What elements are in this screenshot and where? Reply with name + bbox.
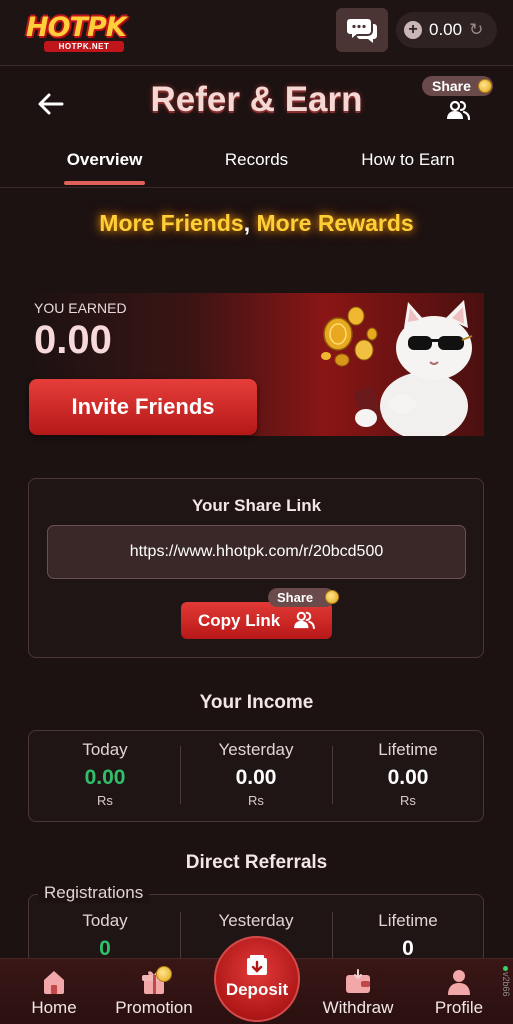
share-link-title: Your Share Link (191, 496, 322, 515)
tab-overview[interactable]: Overview (64, 150, 145, 170)
tab-bar: Overview Records How to Earn (0, 140, 513, 188)
stat-unit: Rs (97, 793, 113, 808)
active-tab-indicator (64, 181, 145, 185)
headline-part-1: More Friends (99, 210, 244, 236)
status-dot (503, 966, 508, 971)
page-title: Refer & Earn (150, 80, 363, 119)
chat-icon (347, 19, 377, 43)
stat-label: Lifetime (378, 911, 438, 930)
income-today: Today 0.00 Rs (30, 740, 180, 808)
stat-value: 0.00 (235, 766, 277, 789)
user-icon (448, 970, 470, 995)
logo-subtext: HOTPK.NET (44, 41, 124, 52)
cat-mascot-illustration (321, 300, 473, 436)
nav-promotion[interactable]: Promotion (109, 968, 199, 1018)
nav-profile-label: Profile (434, 998, 484, 1017)
tab-how-to-earn[interactable]: How to Earn (348, 150, 468, 170)
balance-pill: + 0.00 ↻ (396, 12, 497, 48)
income-lifetime: Lifetime 0.00 Rs (333, 740, 483, 808)
stat-unit: Rs (400, 793, 416, 808)
stat-label: Yesterday (218, 740, 294, 759)
share-badge[interactable]: Share (268, 588, 340, 608)
coin-icon (156, 966, 172, 982)
back-button[interactable] (36, 89, 66, 119)
referrals-today: Today 0 (30, 911, 180, 961)
logo-text: HOTPK (26, 12, 127, 43)
chat-button[interactable] (336, 8, 388, 52)
stat-label: Yesterday (218, 911, 294, 930)
refresh-icon[interactable]: ↻ (469, 20, 483, 40)
nav-deposit-label: Deposit (225, 980, 289, 999)
stat-label: Lifetime (378, 740, 438, 759)
invite-friends-button[interactable]: Invite Friends (29, 379, 257, 435)
stat-unit: Rs (248, 793, 264, 808)
share-link-field[interactable]: https://www.hhotpk.com/r/20bcd500 (47, 525, 466, 579)
headline-separator: , (243, 210, 251, 236)
people-icon (294, 611, 315, 629)
referrals-title: Direct Referrals (185, 852, 328, 873)
nav-deposit-button[interactable]: Deposit (214, 936, 300, 1022)
nav-home-label: Home (31, 998, 77, 1017)
share-button[interactable]: Share (422, 76, 494, 126)
nav-home[interactable]: Home (9, 968, 99, 1018)
back-arrow-icon (38, 93, 64, 115)
promo-headline: More Friends, More Rewards (0, 210, 513, 237)
version-label: v2b66 (501, 972, 511, 997)
stat-value: 0.00 (387, 766, 429, 789)
earned-label: YOU EARNED (34, 300, 127, 316)
registrations-label: Registrations (38, 883, 150, 903)
headline-part-2: More Rewards (256, 210, 414, 236)
referrals-yesterday: Yesterday (181, 911, 331, 937)
nav-profile[interactable]: Profile (414, 968, 504, 1018)
stat-label: Today (82, 740, 128, 759)
nav-promotion-label: Promotion (115, 998, 193, 1017)
coin-icon (478, 79, 492, 93)
earned-value: 0.00 (34, 318, 112, 362)
stat-value: 0.00 (84, 766, 126, 789)
nav-withdraw[interactable]: Withdraw (313, 968, 403, 1018)
home-icon (44, 971, 64, 994)
coins-icon (321, 306, 378, 367)
income-yesterday: Yesterday 0.00 Rs (181, 740, 331, 808)
deposit-icon (247, 955, 267, 975)
tab-records[interactable]: Records (206, 150, 307, 170)
copy-link-label: Copy Link (198, 610, 281, 630)
people-icon (447, 100, 470, 120)
balance-amount: 0.00 (429, 20, 463, 39)
logo[interactable]: HOTPK HOTPK.NET (26, 12, 128, 54)
stat-label: Today (82, 911, 128, 930)
income-title: Your Income (199, 692, 314, 713)
wallet-icon (346, 969, 370, 993)
coin-icon (325, 590, 339, 604)
nav-withdraw-label: Withdraw (322, 998, 394, 1017)
add-funds-icon[interactable]: + (404, 21, 422, 39)
referrals-lifetime: Lifetime 0 (333, 911, 483, 961)
